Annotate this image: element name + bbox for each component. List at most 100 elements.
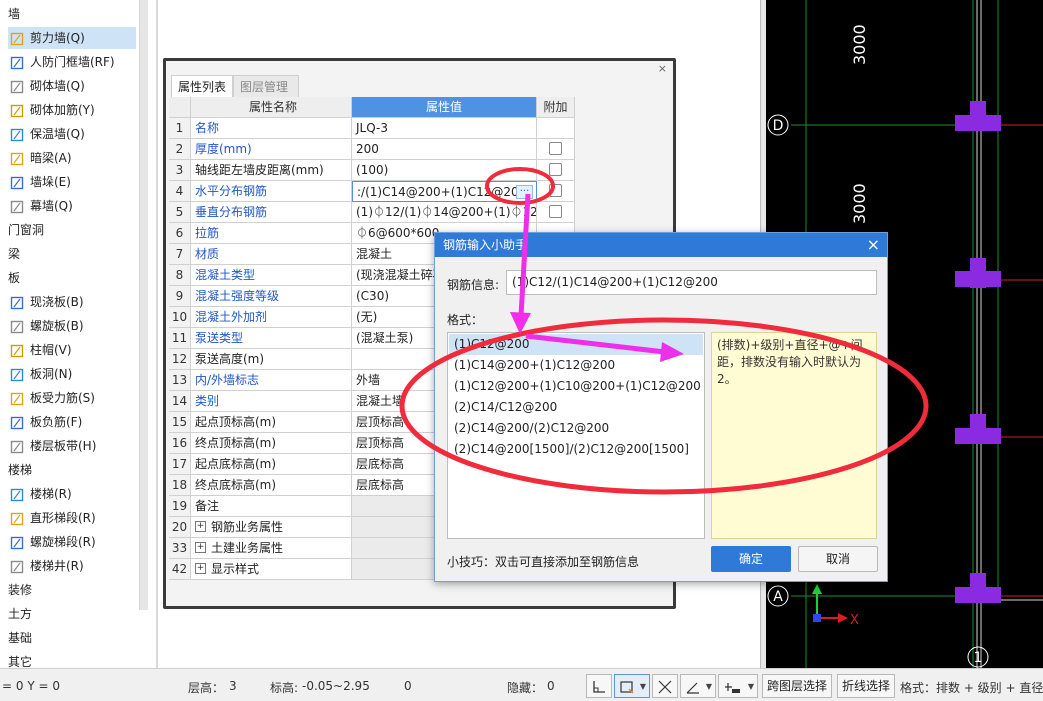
table-row[interactable]: 5 垂直分布钢筋 (1)⏀12/(1)⏀14@200+(1)⏀12@ <box>169 202 575 223</box>
tree-item[interactable]: 楼梯(R) <box>8 483 136 505</box>
property-name-text: 终点底标高(m) <box>195 478 277 492</box>
splitter[interactable] <box>156 0 158 668</box>
table-row[interactable]: 2 厚度(mm) 200 <box>169 139 575 160</box>
property-name: 泵送类型 <box>191 328 352 349</box>
row-number: 11 <box>169 328 191 349</box>
spiral-slab-icon <box>10 319 24 334</box>
tree-category[interactable]: 梁 <box>8 243 20 265</box>
tree-scrollbar[interactable] <box>139 0 148 610</box>
tree-item[interactable]: 保温墙(Q) <box>8 123 136 145</box>
door-frame-wall-icon <box>10 55 24 70</box>
rebar-info-input[interactable]: (1)C12/(1)C14@200+(1)C12@200 <box>506 270 877 295</box>
tree-category[interactable]: 板 <box>8 267 20 289</box>
tree-category[interactable]: 其它 <box>8 651 32 668</box>
format-list[interactable]: (1)C12@200 (1)C14@200+(1)C12@200 (1)C12@20… <box>447 332 705 539</box>
tree-item[interactable]: 现浇板(B) <box>8 291 136 313</box>
format-item[interactable]: (2)C14/C12@200 <box>449 397 703 418</box>
floor-slab-band-icon <box>10 439 24 454</box>
table-row[interactable]: 1 名称 JLQ-3 <box>169 118 575 139</box>
add-checkbox[interactable] <box>549 163 562 176</box>
tree-item[interactable]: 螺旋板(B) <box>8 315 136 337</box>
tree-item[interactable]: 楼层板带(H) <box>8 435 136 457</box>
row-number: 4 <box>169 181 191 202</box>
tree-item[interactable]: 板受力筋(S) <box>8 387 136 409</box>
cross-layer-select-button[interactable]: 跨图层选择 <box>762 674 833 698</box>
property-name-text: 拉筋 <box>195 226 220 240</box>
row-number: 5 <box>169 202 191 223</box>
tree-category[interactable]: 土方 <box>8 603 32 625</box>
property-value[interactable]: (1)⏀12/(1)⏀14@200+(1)⏀12@ <box>352 202 537 223</box>
tree-category[interactable]: 装修 <box>8 579 32 601</box>
panel-close-icon[interactable]: × <box>658 63 667 75</box>
expand-icon[interactable]: + <box>195 542 206 553</box>
format-item[interactable]: (1)C14@200+(1)C12@200 <box>449 355 703 376</box>
property-value[interactable]: (100) <box>352 160 537 181</box>
row-number: 20 <box>169 517 191 538</box>
dialog-close-icon[interactable]: × <box>867 233 880 256</box>
tree-category[interactable]: 楼梯 <box>8 459 32 481</box>
property-name: 内/外墙标志 <box>191 370 352 391</box>
property-name: 泵送高度(m) <box>191 349 352 370</box>
tree-item[interactable]: 砌体加筋(Y) <box>8 99 136 121</box>
tree-item-label: 基础 <box>8 631 33 645</box>
format-item[interactable]: (2)C14@200/(2)C12@200 <box>449 418 703 439</box>
rebar-input-dialog: 钢筋输入小助手 × 钢筋信息: (1)C12/(1)C14@200+(1)C12… <box>434 232 888 582</box>
format-item[interactable]: (2)C14@200[1500]/(2)C12@200[1500] <box>449 439 703 460</box>
tree-category[interactable]: 基础 <box>8 627 32 649</box>
tree-category[interactable]: 门窗洞 <box>8 219 44 241</box>
table-row[interactable]: 3 轴线距左墙皮距离(mm) (100) <box>169 160 575 181</box>
axis-label-d: D <box>773 118 784 134</box>
polyline-select-button[interactable]: 折线选择 <box>837 674 896 698</box>
rebar-value-editor[interactable]: :/(1)C14@200+(1)C12@200 ··· <box>352 181 537 202</box>
add-checkbox[interactable] <box>549 184 562 197</box>
tree-item[interactable]: 板洞(N) <box>8 363 136 385</box>
shear-wall-icon <box>10 31 24 46</box>
table-row[interactable]: 4 水平分布钢筋:/(1)C14@200+(1)C12@200 ··· <box>169 181 575 202</box>
cross-button[interactable] <box>652 674 678 698</box>
expand-icon[interactable]: + <box>195 521 206 532</box>
tree-item[interactable]: 柱帽(V) <box>8 339 136 361</box>
property-value[interactable]: JLQ-3 <box>352 118 537 139</box>
select-box-button[interactable]: ▼ <box>614 674 650 698</box>
property-value[interactable]: 200 <box>352 139 537 160</box>
property-name: 轴线距左墙皮距离(mm) <box>191 160 352 181</box>
angle-button[interactable]: ▼ <box>680 674 716 698</box>
row-number: 8 <box>169 265 191 286</box>
property-name: 材质 <box>191 244 352 265</box>
tree-item-label: 幕墙(Q) <box>30 199 73 213</box>
tree-item-label: 螺旋板(B) <box>30 319 84 333</box>
ok-button[interactable]: 确定 <box>711 546 791 572</box>
tree-item-label: 剪力墙(Q) <box>30 31 85 45</box>
cancel-button[interactable]: 取消 <box>798 546 878 572</box>
property-name: 终点顶标高(m) <box>191 433 352 454</box>
dialog-title-bar[interactable]: 钢筋输入小助手 × <box>435 233 887 257</box>
tree-item[interactable]: 砌体墙(Q) <box>8 75 136 97</box>
add-checkbox[interactable] <box>549 142 562 155</box>
row-number: 7 <box>169 244 191 265</box>
tree-item[interactable]: 墙垛(E) <box>8 171 136 193</box>
tree-item[interactable]: 直形梯段(R) <box>8 507 136 529</box>
expand-icon[interactable]: + <box>195 563 206 574</box>
format-item[interactable]: (1)C12@200 <box>449 334 703 355</box>
axis-label-a: A <box>773 589 783 605</box>
format-item[interactable]: (1)C12@200+(1)C10@200+(1)C12@200 <box>449 376 703 397</box>
tree-category[interactable]: 墙 <box>8 3 20 25</box>
tab-layer-manage[interactable]: 图层管理 <box>233 75 299 97</box>
tree-item[interactable]: 螺旋梯段(R) <box>8 531 136 553</box>
snap-button[interactable]: ▼ <box>718 674 758 698</box>
tree-item[interactable]: 人防门框墙(RF) <box>8 51 136 73</box>
tree-item[interactable]: 幕墙(Q) <box>8 195 136 217</box>
property-value-text: 200 <box>356 142 379 156</box>
tree-item[interactable]: 暗梁(A) <box>8 147 136 169</box>
tree-item-label: 板负筋(F) <box>30 415 83 429</box>
tip-text: 小技巧：双击可直接添加至钢筋信息 <box>447 555 640 569</box>
tree-item[interactable]: 楼梯井(R) <box>8 555 136 577</box>
tree-item[interactable]: 剪力墙(Q) <box>8 27 136 49</box>
more-button-icon[interactable]: ··· <box>516 185 533 199</box>
chevron-down-icon: ▼ <box>747 682 754 691</box>
add-checkbox[interactable] <box>549 205 562 218</box>
tree-item[interactable]: 板负筋(F) <box>8 411 136 433</box>
property-name: 混凝土类型 <box>191 265 352 286</box>
tab-property-list[interactable]: 属性列表 <box>171 75 233 97</box>
orthogonal-button[interactable] <box>586 674 612 698</box>
